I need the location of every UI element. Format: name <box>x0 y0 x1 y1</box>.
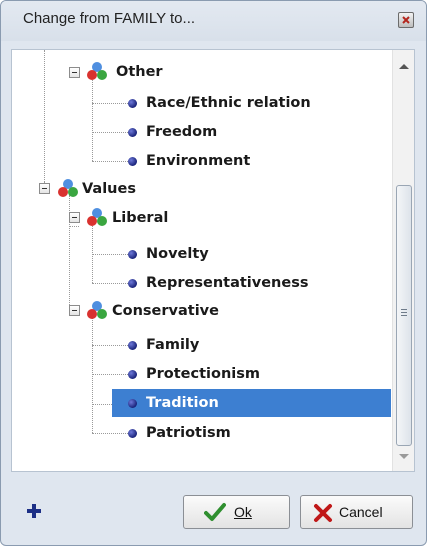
tree-node-label: Representativeness <box>146 275 309 291</box>
category-cluster-icon <box>87 208 107 226</box>
scroll-up-arrow-icon[interactable] <box>399 64 409 69</box>
expand-toggle-conservative[interactable] <box>69 305 80 316</box>
tree-node-label: Novelty <box>146 246 209 262</box>
tree-node-label: Conservative <box>112 303 219 319</box>
scroll-thumb[interactable] <box>396 185 412 446</box>
tree-node-label: Freedom <box>146 124 218 140</box>
cancel-x-icon <box>314 504 332 522</box>
bullet-icon <box>128 399 137 408</box>
bullet-icon <box>128 279 137 288</box>
checkmark-icon <box>204 503 226 521</box>
tree-node-label: Family <box>146 337 200 353</box>
tree-node-label: Liberal <box>112 210 169 226</box>
change-category-dialog: Change from FAMILY to... Other Race/Ethn… <box>0 0 427 546</box>
expand-toggle-values[interactable] <box>39 183 50 194</box>
bullet-icon <box>128 157 137 166</box>
vertical-scrollbar[interactable] <box>392 50 414 471</box>
tree-node-label: Protectionism <box>146 366 260 382</box>
cancel-label: Cancel <box>339 504 383 520</box>
category-cluster-icon <box>58 179 78 197</box>
bullet-icon <box>128 128 137 137</box>
ok-label: Ok <box>234 504 252 520</box>
tree-node-label: Environment <box>146 153 251 169</box>
cancel-button[interactable]: Cancel <box>300 495 413 529</box>
tree-node-label: Other <box>116 64 163 80</box>
category-tree: Other Race/Ethnic relation Freedom Envir… <box>12 50 392 471</box>
bullet-icon <box>128 250 137 259</box>
tree-node-label: Values <box>82 181 136 197</box>
dialog-title: Change from FAMILY to... <box>23 10 196 27</box>
tree-node-label: Patriotism <box>146 425 231 441</box>
scroll-down-arrow-icon[interactable] <box>399 454 409 459</box>
expand-toggle-other[interactable] <box>69 67 80 78</box>
close-button[interactable] <box>398 12 414 28</box>
ok-button[interactable]: Ok <box>183 495 290 529</box>
tree-node-label: Race/Ethnic relation <box>146 95 311 111</box>
close-icon <box>402 16 410 24</box>
tree-node-tradition-selected[interactable]: Tradition <box>112 389 391 417</box>
category-tree-panel: Other Race/Ethnic relation Freedom Envir… <box>11 49 415 472</box>
bullet-icon <box>128 341 137 350</box>
title-bar[interactable]: Change from FAMILY to... <box>1 1 426 41</box>
category-cluster-icon <box>87 301 107 319</box>
bullet-icon <box>128 370 137 379</box>
plus-icon[interactable] <box>27 504 41 518</box>
tree-node-label: Tradition <box>146 395 219 411</box>
category-cluster-icon <box>87 62 107 80</box>
bullet-icon <box>128 99 137 108</box>
dialog-footer: Ok Cancel <box>1 479 426 545</box>
expand-toggle-liberal[interactable] <box>69 212 80 223</box>
bullet-icon <box>128 429 137 438</box>
